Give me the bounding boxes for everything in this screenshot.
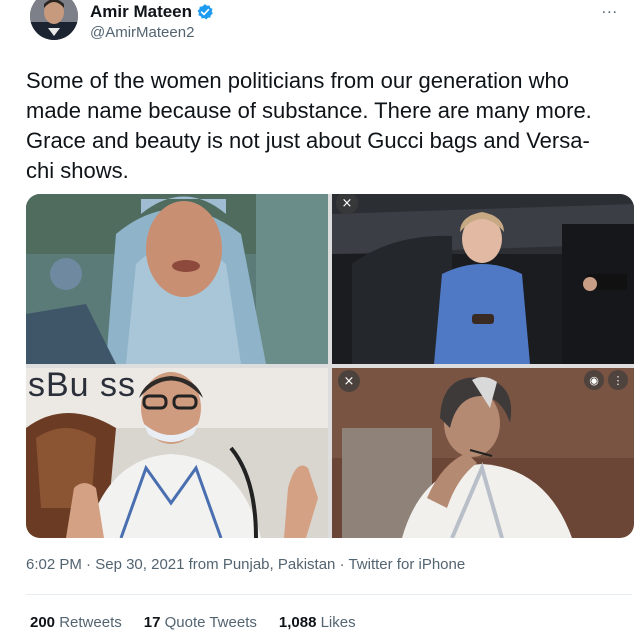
sign-text: sBu ss (28, 368, 137, 404)
tweet-location[interactable]: Punjab, Pakistan (223, 556, 336, 573)
media-photo-1[interactable] (26, 194, 328, 364)
media-photo-4[interactable] (332, 368, 634, 538)
quote-tweets-stat[interactable]: 17 Quote Tweets (144, 614, 257, 631)
retweets-stat[interactable]: 200 Retweets (30, 614, 122, 631)
retweets-count: 200 (30, 614, 56, 631)
visual-search-icon[interactable]: ◉ (584, 370, 604, 390)
tweet-stats: 200 Retweets 17 Quote Tweets 1,088 Likes (30, 614, 356, 631)
quote-tweets-label: Quote Tweets (164, 614, 257, 631)
close-icon[interactable]: × (338, 370, 360, 392)
tweet-meta: 6:02 PM · Sep 30, 2021 from Punjab, Paki… (26, 556, 465, 573)
user-handle[interactable]: @AmirMateen2 (90, 24, 194, 41)
tweet-text: Some of the women politicians from our g… (26, 68, 592, 183)
tweet-media-grid[interactable]: sBu ss × × ◉ ⋮ (26, 194, 634, 538)
tweet-date[interactable]: Sep 30, 2021 (95, 556, 184, 573)
quote-tweets-count: 17 (143, 614, 161, 631)
likes-label: Likes (320, 614, 356, 631)
tweet-header: Amir Mateen @AmirMateen2 ... (22, 0, 622, 50)
retweets-label: Retweets (59, 614, 122, 631)
tweet-time[interactable]: 6:02 PM (26, 556, 82, 573)
more-options-icon[interactable]: ... (602, 0, 618, 18)
media-photo-3[interactable]: sBu ss (26, 368, 328, 538)
tweet-source[interactable]: Twitter for iPhone (348, 556, 465, 573)
media-controls: ◉ ⋮ (584, 370, 628, 390)
verified-badge-icon (197, 4, 213, 20)
from-label: from (188, 556, 223, 573)
avatar[interactable] (30, 0, 78, 40)
likes-stat[interactable]: 1,088 Likes (279, 614, 356, 631)
meta-separator: · (86, 556, 96, 573)
display-name[interactable]: Amir Mateen (90, 2, 192, 22)
likes-count: 1,088 (278, 614, 317, 631)
more-vertical-icon[interactable]: ⋮ (608, 370, 628, 390)
name-row: Amir Mateen (90, 2, 214, 22)
media-photo-2[interactable] (332, 194, 634, 364)
divider (26, 594, 632, 595)
